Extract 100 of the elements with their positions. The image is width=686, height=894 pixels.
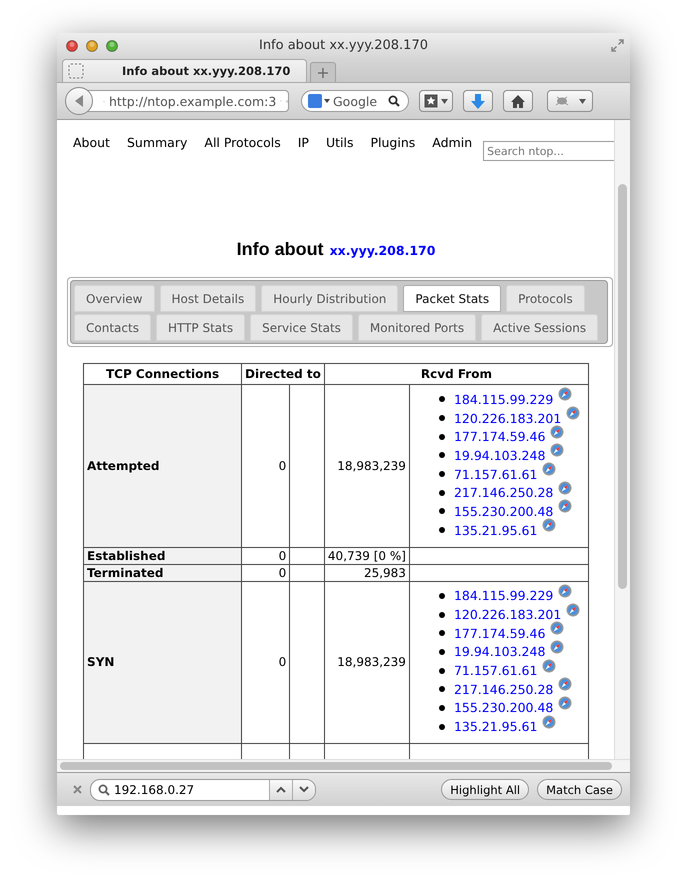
close-icon[interactable] (73, 785, 82, 794)
vertical-scrollbar[interactable] (614, 120, 630, 760)
home-icon (511, 94, 525, 108)
host-link[interactable]: 184.115.99.229 (454, 588, 554, 604)
compass-icon[interactable] (566, 602, 580, 617)
tab[interactable]: Service Stats (250, 314, 353, 341)
bullet-dot (438, 686, 445, 692)
host-link[interactable]: 184.115.99.229 (454, 392, 554, 407)
back-arrow-icon (73, 94, 85, 108)
window-title: Info about xx.yyy.208.170 (258, 38, 428, 53)
table-cell: 0 (242, 547, 290, 564)
column-header: Directed to (242, 364, 324, 384)
host-link[interactable]: 155.230.200.48 (454, 700, 554, 716)
zoom-button[interactable] (106, 40, 118, 52)
table-cell: 0 (242, 564, 290, 581)
search-engine-icon[interactable] (308, 94, 330, 108)
tab[interactable]: Overview (74, 285, 154, 312)
tab[interactable]: Protocols (506, 285, 585, 312)
compass-icon[interactable] (558, 584, 572, 598)
scrollbar-thumb[interactable] (60, 762, 612, 770)
table-cell: 40,739 [0 %] (324, 547, 410, 564)
tab[interactable]: Monitored Ports (358, 314, 476, 341)
host-link[interactable]: 155.230.200.48 (454, 504, 554, 519)
host-link[interactable]: 135.21.95.61 (454, 719, 538, 734)
find-box[interactable]: 192.168.0.27 (90, 778, 316, 800)
bullet-dot (438, 527, 445, 534)
horizontal-scrollbar[interactable] (57, 759, 630, 772)
bullet-dot (438, 490, 445, 496)
table-cell: 18,983,239 (324, 384, 410, 547)
bookmarks-button[interactable] (419, 90, 453, 112)
compass-icon[interactable] (550, 621, 564, 636)
host-link[interactable]: 19.94.103.248 (454, 448, 546, 463)
table-cell: 18,983,239 (324, 581, 410, 744)
web-search-box[interactable]: Google (301, 90, 409, 112)
tab[interactable]: Contacts (74, 314, 151, 341)
compass-icon[interactable] (550, 640, 564, 654)
bullet-dot (438, 648, 445, 655)
tab[interactable]: HTTP Stats (156, 314, 246, 341)
page-icon (68, 63, 84, 79)
host-link[interactable]: 120.226.183.201 (454, 410, 562, 426)
site-search-field[interactable]: Search ntop... (483, 141, 615, 161)
find-option-button[interactable]: Highlight All (441, 779, 530, 800)
nav-link[interactable]: About (73, 135, 110, 150)
nav-link[interactable]: Admin (432, 135, 472, 150)
row-label: Terminated (84, 564, 242, 581)
download-button[interactable] (463, 90, 493, 112)
compass-icon[interactable] (542, 462, 556, 476)
search-icon[interactable] (388, 95, 400, 107)
find-previous-button[interactable] (269, 780, 292, 800)
compass-icon[interactable] (542, 658, 556, 673)
caret-icon (579, 98, 586, 104)
find-option-button[interactable]: Match Case (537, 779, 622, 800)
host-link[interactable]: 120.226.183.201 (454, 607, 562, 622)
browser-tab[interactable]: Info about xx.yyy.208.170 (62, 59, 307, 82)
nav-link[interactable]: All Protocols (204, 135, 281, 150)
compass-icon[interactable] (550, 443, 564, 458)
back-button[interactable] (65, 87, 93, 115)
nav-link[interactable]: Summary (126, 135, 188, 150)
host-link[interactable]: 135.21.95.61 (454, 522, 538, 538)
compass-icon[interactable] (542, 518, 556, 532)
nav-link[interactable]: IP (298, 135, 309, 150)
compass-icon[interactable] (558, 480, 572, 495)
tab[interactable]: Host Details (160, 285, 256, 312)
host-link[interactable]: 217.146.250.28 (454, 485, 554, 500)
scrollbar-thumb[interactable] (618, 184, 627, 589)
nav-link[interactable]: Utils (326, 135, 354, 150)
tab[interactable]: Packet Stats (403, 285, 502, 312)
compass-icon[interactable] (566, 406, 580, 420)
close-button[interactable] (66, 40, 78, 52)
bullet-dot (438, 434, 445, 440)
find-next-button[interactable] (292, 780, 315, 800)
compass-icon[interactable] (558, 499, 572, 514)
table-cell: 0 (242, 581, 290, 744)
bug-icon (554, 95, 570, 107)
tab[interactable]: Active Sessions (481, 314, 598, 341)
host-link[interactable]: xx.yyy.208.170 (330, 243, 436, 258)
addon-button[interactable] (547, 90, 593, 112)
row-label: Attempted (84, 384, 242, 547)
host-link[interactable]: 71.157.61.61 (454, 466, 538, 482)
compass-icon[interactable] (550, 424, 564, 439)
minimize-button[interactable] (86, 40, 98, 52)
compass-icon[interactable] (558, 696, 572, 710)
home-button[interactable] (503, 90, 533, 112)
compass-icon[interactable] (558, 677, 572, 692)
host-link[interactable]: 177.174.59.46 (454, 429, 546, 444)
fullscreen-icon[interactable] (611, 39, 624, 52)
bookmark-star-icon (424, 94, 438, 108)
bullet-dot (438, 724, 445, 730)
page-heading: Info about (236, 239, 324, 260)
tab[interactable]: Hourly Distribution (261, 285, 398, 312)
host-link[interactable]: 71.157.61.61 (454, 663, 538, 678)
nav-link[interactable]: Plugins (370, 135, 416, 150)
table-cell: 0 (242, 384, 290, 547)
compass-icon[interactable] (542, 714, 556, 729)
host-link[interactable]: 217.146.250.28 (454, 682, 554, 697)
search-icon (98, 784, 110, 796)
bullet-dot (438, 508, 445, 514)
compass-icon[interactable] (558, 387, 572, 402)
host-link[interactable]: 177.174.59.46 (454, 626, 546, 641)
host-link[interactable]: 19.94.103.248 (454, 644, 546, 660)
